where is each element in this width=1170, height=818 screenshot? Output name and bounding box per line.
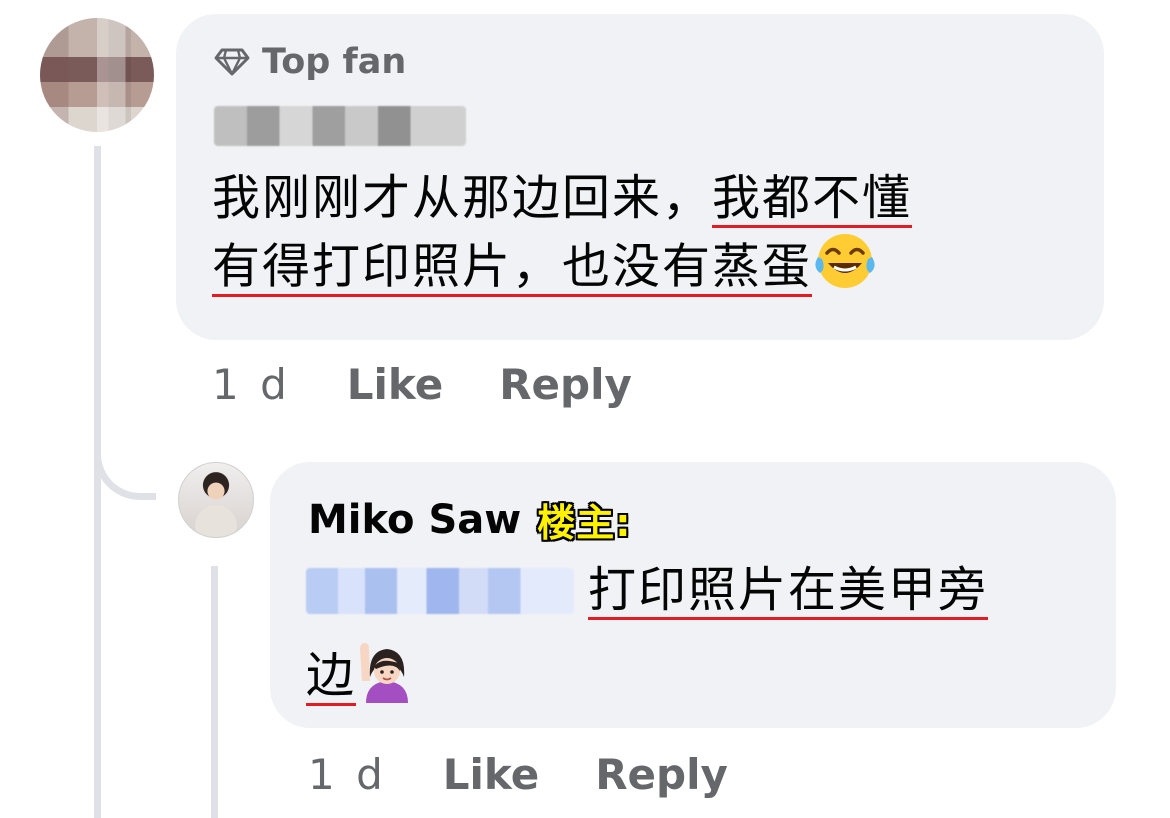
commenter-name-blurred[interactable] xyxy=(214,106,466,146)
person-raising-hand-emoji-icon xyxy=(356,637,418,720)
comment-like-button[interactable]: Like xyxy=(347,360,443,409)
comment-reply-button[interactable]: Reply xyxy=(499,360,632,409)
reply-reply-button[interactable]: Reply xyxy=(595,750,728,799)
diamond-icon xyxy=(214,47,250,77)
reply-text-underlined-1: 打印照片在美甲旁 xyxy=(588,562,989,618)
top-fan-label: Top fan xyxy=(262,42,407,82)
comment-text-underlined-1: 我都不懂 xyxy=(712,170,913,226)
comment-text-plain: 我刚刚才从那边回来， xyxy=(212,170,713,226)
comment-text: 我刚刚才从那边回来，我都不懂 有得打印照片，也没有蒸蛋 xyxy=(212,166,1092,308)
thread-connector xyxy=(94,440,156,500)
comment-text-underlined-2: 有得打印照片，也没有蒸蛋 xyxy=(212,238,813,295)
reply-author-avatar[interactable] xyxy=(178,462,254,538)
reply-text: 打印照片在美甲旁 边 xyxy=(306,558,1106,720)
top-fan-badge: Top fan xyxy=(214,42,406,82)
op-badge: 楼主: xyxy=(537,501,632,545)
comment-line-2: 有得打印照片，也没有蒸蛋 xyxy=(212,231,1092,308)
reply-line-1: 打印照片在美甲旁 xyxy=(306,558,1106,623)
reply-bubble: Miko Saw 楼主: 打印照片在美甲旁 边 xyxy=(270,462,1116,728)
reply-text-underlined-2: 边 xyxy=(306,647,357,704)
reply-timestamp[interactable]: 1 d xyxy=(308,750,387,799)
reply-like-button[interactable]: Like xyxy=(443,750,539,799)
joy-tears-emoji-icon xyxy=(812,231,878,308)
thread-line-main xyxy=(94,146,101,818)
reply-actions: 1 d Like Reply xyxy=(308,750,728,799)
comment-timestamp[interactable]: 1 d xyxy=(212,360,291,409)
reply-line-2: 边 xyxy=(306,637,1106,720)
comment-actions: 1 d Like Reply xyxy=(212,360,632,409)
reply-header: Miko Saw 楼主: xyxy=(308,492,631,547)
thread-line-reply xyxy=(211,566,218,818)
mentioned-user-blurred[interactable] xyxy=(306,567,574,614)
comment-bubble: Top fan 我刚刚才从那边回来，我都不懂 有得打印照片，也没有蒸蛋 xyxy=(176,14,1104,340)
commenter-avatar[interactable] xyxy=(40,18,154,132)
comment-line-1: 我刚刚才从那边回来，我都不懂 xyxy=(212,166,1092,231)
reply-author-name[interactable]: Miko Saw xyxy=(308,497,521,543)
